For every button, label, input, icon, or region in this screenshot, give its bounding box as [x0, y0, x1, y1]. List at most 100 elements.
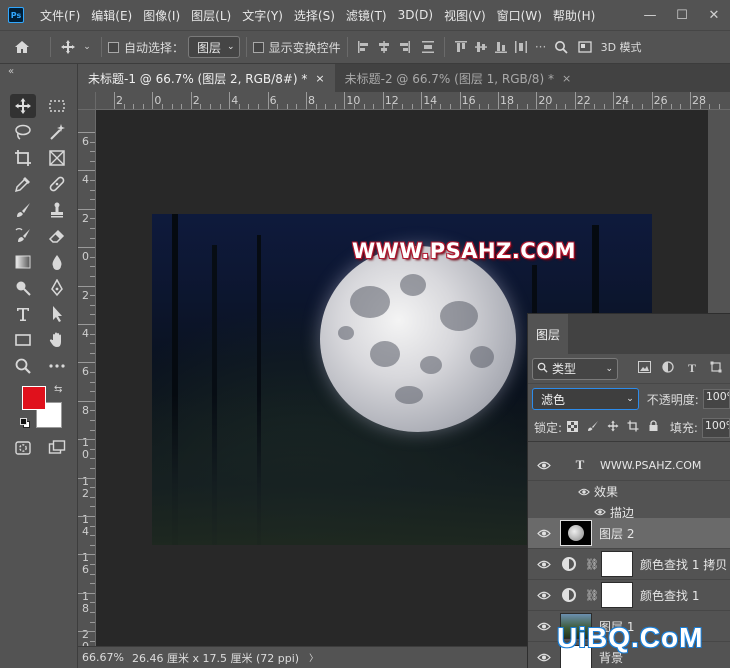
blend-mode-dropdown[interactable]: 滤色 ⌄	[532, 388, 639, 410]
default-colors-icon[interactable]	[20, 418, 30, 428]
collapse-panel-icon[interactable]: «	[8, 66, 14, 77]
minimize-button[interactable]: —	[634, 8, 666, 23]
distribute-icon[interactable]	[418, 38, 438, 56]
menu-3d[interactable]: 3D(D)	[394, 8, 440, 22]
lock-artboard-icon[interactable]	[623, 420, 643, 435]
lock-all-icon[interactable]	[643, 420, 663, 435]
magic-wand-tool-icon[interactable]	[44, 120, 70, 144]
quick-mask-icon[interactable]	[10, 436, 36, 460]
menu-layer[interactable]: 图层(L)	[187, 7, 238, 24]
brush-tool-icon[interactable]	[10, 198, 36, 222]
ruler-origin[interactable]	[78, 92, 96, 110]
visibility-eye-icon[interactable]	[578, 485, 590, 499]
filter-pixel-icon[interactable]	[632, 361, 656, 376]
menu-image[interactable]: 图像(I)	[139, 7, 187, 24]
layer-kind-filter-dropdown[interactable]: 类型 ⌄	[532, 357, 618, 380]
filter-adjustment-icon[interactable]	[656, 361, 680, 376]
show-transform-checkbox[interactable]	[252, 41, 264, 53]
auto-select-checkbox[interactable]	[108, 41, 119, 53]
path-selection-tool-icon[interactable]	[44, 302, 70, 326]
menu-file[interactable]: 文件(F)	[36, 7, 87, 24]
visibility-eye-icon[interactable]	[528, 529, 560, 538]
lock-position-icon[interactable]	[603, 420, 623, 435]
more-tools-icon[interactable]	[44, 354, 70, 378]
layer-effects-row[interactable]: 效果	[528, 481, 730, 502]
lasso-tool-icon[interactable]	[10, 120, 36, 144]
maximize-button[interactable]: ☐	[666, 8, 698, 23]
opacity-input[interactable]: 100%	[702, 389, 730, 409]
menu-edit[interactable]: 编辑(E)	[87, 7, 139, 24]
align-middle-v-icon[interactable]	[471, 38, 491, 56]
eyedropper-tool-icon[interactable]	[10, 172, 36, 196]
frame-tool-icon[interactable]	[44, 146, 70, 170]
filter-shape-icon[interactable]	[704, 361, 728, 376]
fill-input[interactable]: 100%	[701, 417, 730, 438]
visibility-eye-icon[interactable]	[528, 653, 560, 662]
menu-type[interactable]: 文字(Y)	[238, 7, 290, 24]
close-tab-icon[interactable]: ×	[562, 72, 571, 85]
align-top-icon[interactable]	[451, 38, 471, 56]
visibility-eye-icon[interactable]	[594, 505, 606, 519]
layer-mask-thumbnail[interactable]	[601, 551, 633, 577]
home-icon[interactable]	[0, 39, 44, 55]
layer-row-text[interactable]: T WWW.PSAHZ.COM	[528, 450, 730, 481]
visibility-eye-icon[interactable]	[528, 622, 560, 631]
pen-tool-icon[interactable]	[44, 276, 70, 300]
filter-type-icon[interactable]: T	[680, 361, 704, 376]
move-tool-preset-icon[interactable]	[57, 39, 79, 55]
rectangle-tool-icon[interactable]	[10, 328, 36, 352]
align-left-icon[interactable]	[354, 38, 374, 56]
link-icon[interactable]: ⛓	[585, 589, 599, 602]
align-center-h-icon[interactable]	[374, 38, 394, 56]
lock-pixels-icon[interactable]	[582, 420, 602, 435]
visibility-eye-icon[interactable]	[528, 461, 560, 470]
hand-tool-icon[interactable]	[44, 328, 70, 352]
menu-select[interactable]: 选择(S)	[290, 7, 342, 24]
history-brush-tool-icon[interactable]	[10, 224, 36, 248]
dodge-tool-icon[interactable]	[10, 276, 36, 300]
crop-tool-icon[interactable]	[10, 146, 36, 170]
visibility-eye-icon[interactable]	[528, 591, 560, 600]
visibility-eye-icon[interactable]	[528, 560, 560, 569]
layer-row-layer2[interactable]: 图层 2	[528, 518, 730, 549]
chevron-down-icon[interactable]: ⌄	[79, 42, 95, 52]
tab-layers[interactable]: 图层	[528, 314, 569, 354]
distribute-horizontal-icon[interactable]	[511, 38, 531, 56]
auto-select-target-dropdown[interactable]: 图层 ⌄	[188, 36, 240, 58]
move-tool-icon[interactable]	[10, 94, 36, 118]
align-right-icon[interactable]	[394, 38, 414, 56]
workspace-icon[interactable]	[575, 38, 595, 56]
zoom-tool-icon[interactable]	[10, 354, 36, 378]
zoom-field[interactable]: 66.67%	[78, 651, 126, 664]
screen-mode-icon[interactable]	[44, 436, 70, 460]
search-icon[interactable]	[551, 38, 571, 56]
layer-mask-thumbnail[interactable]	[601, 582, 633, 608]
eraser-tool-icon[interactable]	[44, 224, 70, 248]
menu-window[interactable]: 窗口(W)	[493, 7, 549, 24]
layer-row-color-lookup-copy[interactable]: ⛓ 颜色查找 1 拷贝	[528, 549, 730, 580]
more-options-icon[interactable]: ···	[531, 38, 551, 56]
clone-stamp-tool-icon[interactable]	[44, 198, 70, 222]
blur-tool-icon[interactable]	[44, 250, 70, 274]
marquee-tool-icon[interactable]	[44, 94, 70, 118]
horizontal-ruler[interactable]: 2 0 2 4 6 8 10 12 14 16 18 20 22 24 26 28	[96, 92, 730, 110]
layer-row-color-lookup[interactable]: ⛓ 颜色查找 1	[528, 580, 730, 611]
vertical-ruler[interactable]: 6420246810121416182022	[78, 110, 96, 646]
link-icon[interactable]: ⛓	[585, 558, 599, 571]
close-tab-icon[interactable]: ×	[315, 72, 324, 85]
window-controls: — ☐ ✕	[634, 0, 730, 30]
healing-brush-tool-icon[interactable]	[44, 172, 70, 196]
gradient-tool-icon[interactable]	[10, 250, 36, 274]
menu-help[interactable]: 帮助(H)	[549, 7, 602, 24]
tab-document-1[interactable]: 未标题-1 @ 66.7% (图层 2, RGB/8#) * ×	[78, 64, 335, 92]
lock-transparent-icon[interactable]	[562, 420, 582, 435]
tab-document-2[interactable]: 未标题-2 @ 66.7% (图层 1, RGB/8) * ×	[335, 64, 582, 92]
foreground-color-swatch[interactable]	[22, 386, 46, 410]
align-bottom-icon[interactable]	[491, 38, 511, 56]
type-tool-icon[interactable]	[10, 302, 36, 326]
menu-view[interactable]: 视图(V)	[440, 7, 493, 24]
swap-colors-icon[interactable]: ⇆	[54, 384, 62, 395]
menu-filter[interactable]: 滤镜(T)	[342, 7, 394, 24]
status-menu-icon[interactable]: 〉	[309, 651, 318, 664]
close-window-button[interactable]: ✕	[698, 8, 730, 23]
